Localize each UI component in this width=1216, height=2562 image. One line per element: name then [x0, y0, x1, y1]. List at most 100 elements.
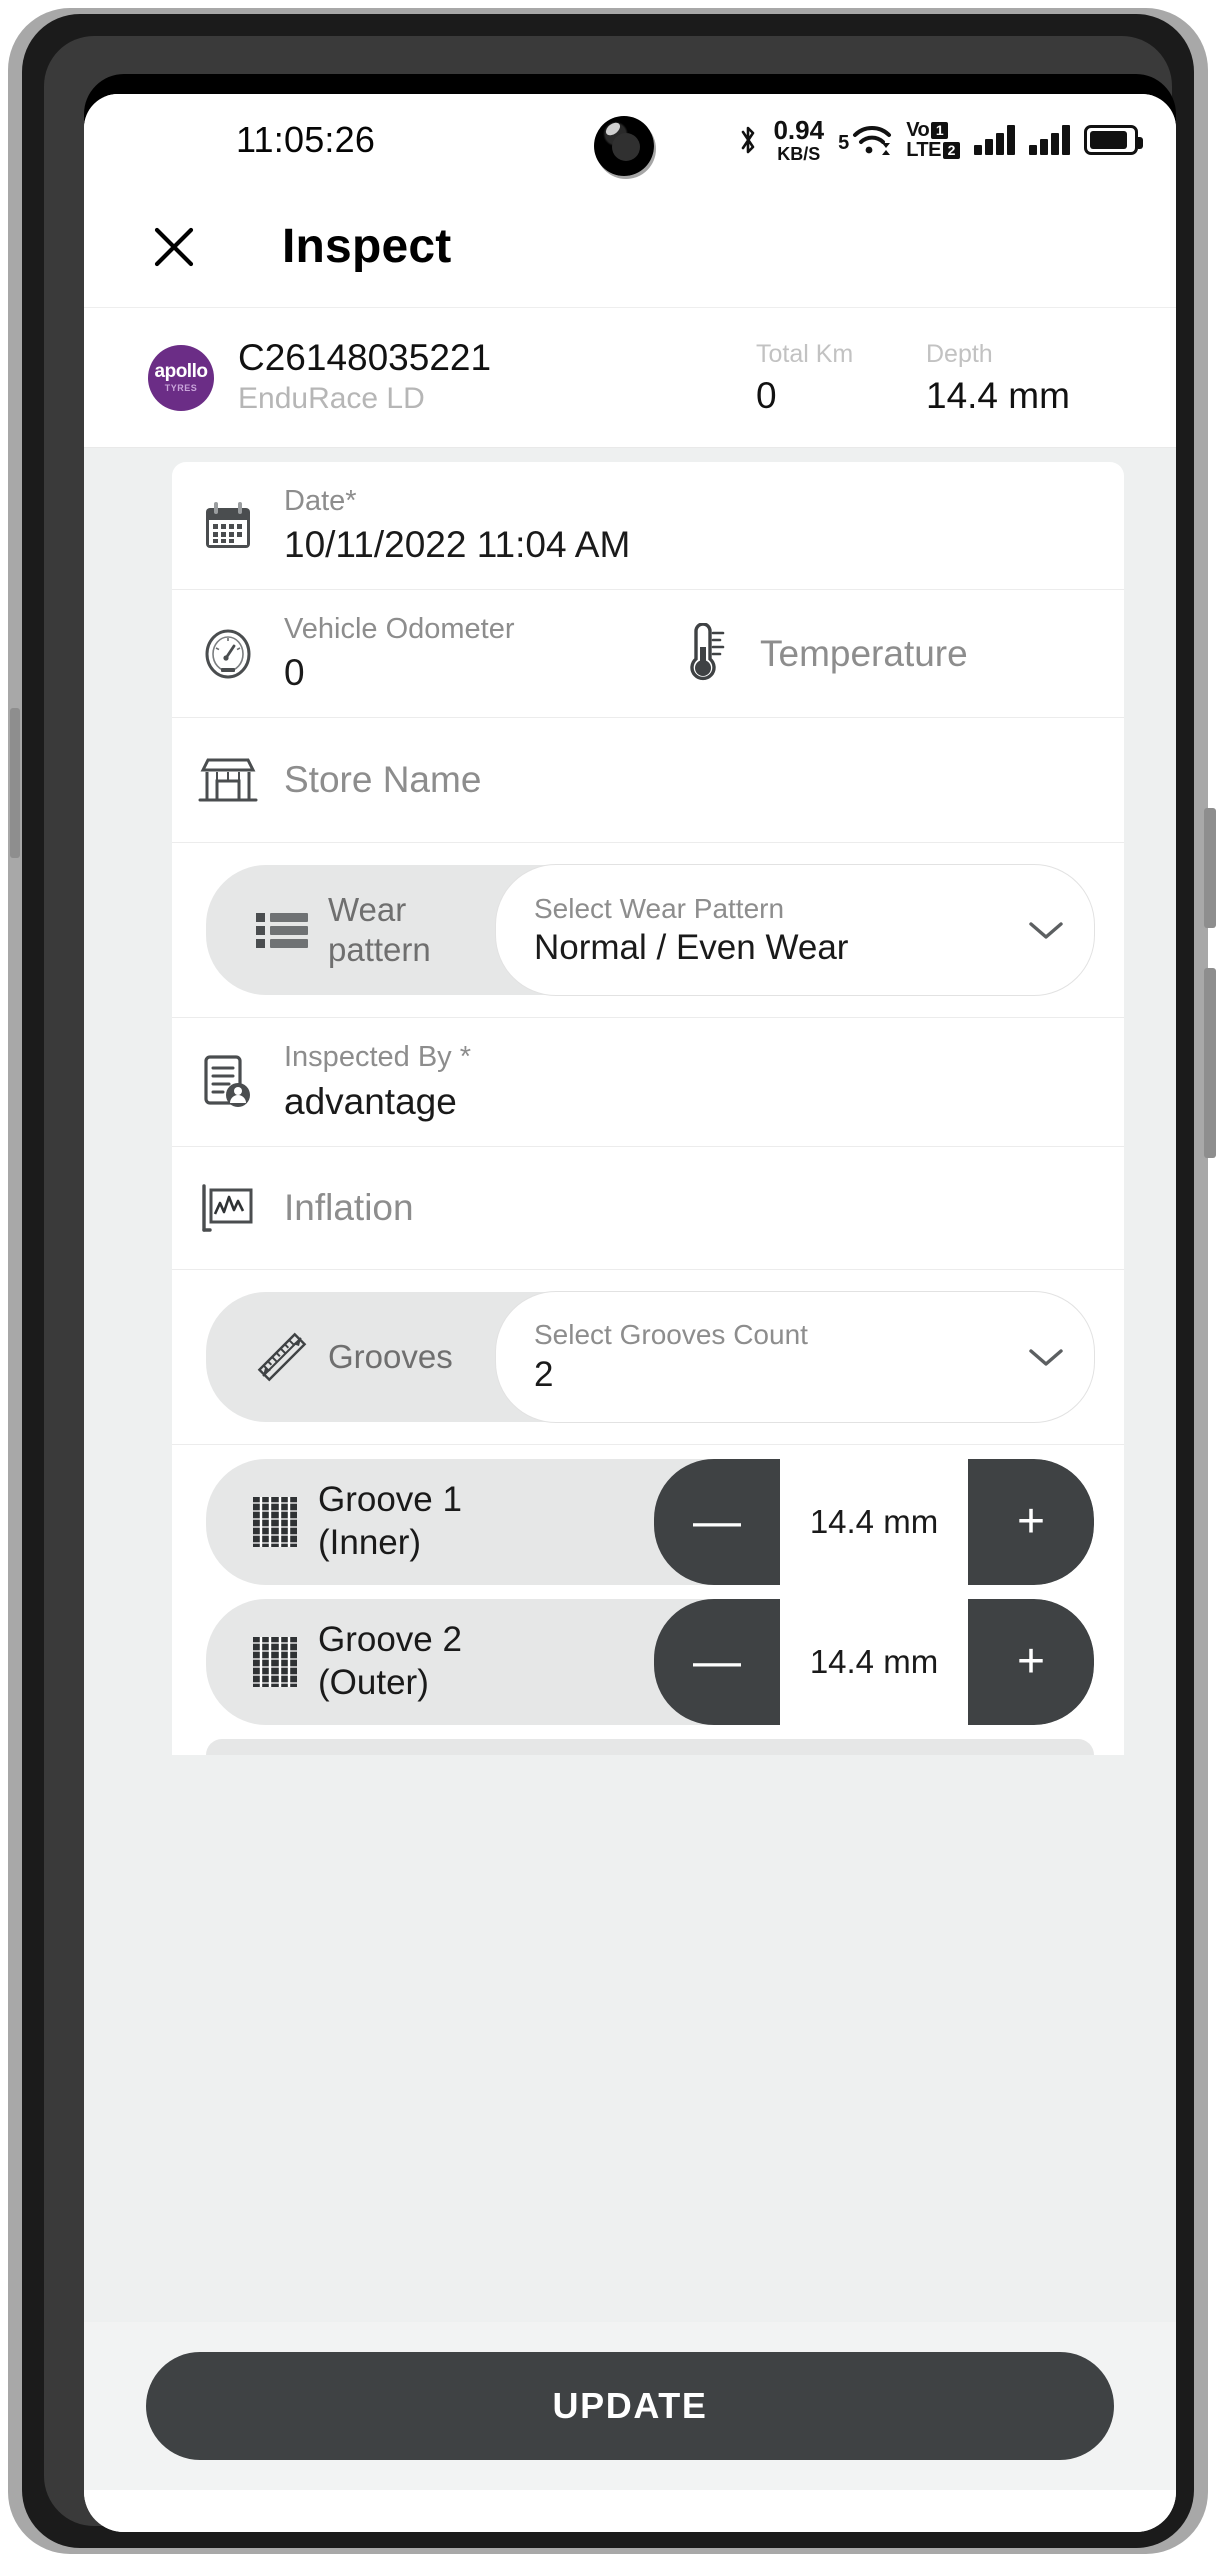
total-km-label: Total Km — [756, 339, 854, 368]
signal-bars-icon-sim2 — [1029, 125, 1070, 155]
ruler-icon — [236, 1326, 328, 1388]
wear-pattern-value: Normal / Even Wear — [534, 928, 849, 968]
battery-icon — [1084, 125, 1143, 155]
depth-metric: Depth 14.4 mm — [926, 336, 1136, 420]
inflation-field[interactable]: Inflation — [284, 1184, 1124, 1232]
chevron-down-glyph — [1029, 1349, 1063, 1366]
odometer-group[interactable]: Vehicle Odometer 0 — [172, 610, 648, 697]
list-icon — [236, 907, 328, 953]
grooves-count-hint: Select Grooves Count — [534, 1319, 808, 1351]
groove-label: Groove 2 (Outer) — [318, 1620, 462, 1702]
inspected-by-field[interactable]: Inspected By * advantage — [284, 1038, 1124, 1125]
store-name-row[interactable]: Store Name — [172, 718, 1124, 844]
groove-row: Groove 1 (Inner) — 14.4 mm + — [206, 1458, 1094, 1585]
store-glyph — [198, 758, 258, 802]
calendar-icon — [172, 498, 284, 554]
update-button[interactable]: UPDATE — [146, 2352, 1114, 2460]
grooves-count-row: Grooves Select Grooves Count 2 — [172, 1270, 1124, 1445]
tire-tread-icon — [232, 1491, 318, 1553]
inspection-form-scroll[interactable]: Date* 10/11/2022 11:04 AM Vehicle Odomet… — [84, 448, 1176, 2322]
wifi-indicator: 5 — [838, 124, 892, 156]
inspected-by-label: Inspected By * — [284, 1041, 471, 1074]
page-title: Inspect — [282, 220, 452, 273]
plus-icon: + — [1016, 1634, 1046, 1688]
grooves-label: Grooves — [328, 1337, 453, 1375]
temperature-field[interactable]: Temperature — [760, 630, 1124, 678]
bottom-action-bar: UPDATE — [84, 2322, 1176, 2490]
depth-value: 14.4 mm — [926, 375, 1070, 417]
tire-tread-icon — [232, 1631, 318, 1693]
calendar-glyph — [206, 501, 250, 548]
groove-depth-value[interactable]: 14.4 mm — [780, 1458, 968, 1585]
volte-text-top: Vo — [906, 119, 930, 141]
odometer-value: 0 — [284, 652, 305, 694]
grooves-pill[interactable]: Grooves Select Grooves Count 2 — [206, 1291, 1094, 1422]
date-value: 10/11/2022 11:04 AM — [284, 524, 631, 566]
tire-tread-glyph — [253, 1496, 297, 1547]
chevron-down-icon[interactable] — [1024, 1345, 1068, 1369]
ruler-glyph — [257, 1332, 307, 1382]
minus-icon: — — [693, 1634, 741, 1688]
temperature-placeholder: Temperature — [760, 632, 968, 674]
groove-depth-value[interactable]: 14.4 mm — [780, 1598, 968, 1725]
network-speed-value: 0.94 — [773, 115, 825, 145]
status-clock: 11:05:26 — [236, 119, 376, 160]
groove-increment-button[interactable]: + — [968, 1598, 1094, 1725]
wifi-icon — [853, 125, 892, 155]
brand-subtitle: TYRES — [164, 383, 198, 393]
volte-text-bottom: LTE — [906, 139, 941, 161]
date-field-row[interactable]: Date* 10/11/2022 11:04 AM — [172, 462, 1124, 591]
phone-volume-button[interactable] — [1204, 808, 1216, 928]
grooves-count-value: 2 — [534, 1354, 554, 1394]
store-name-field[interactable]: Store Name — [284, 756, 1124, 804]
tire-summary-bar: apollo TYRES C26148035221 EnduRace LD To… — [84, 308, 1176, 448]
wear-pattern-pill[interactable]: Wear pattern Select Wear Pattern Normal … — [206, 865, 1094, 996]
store-name-placeholder: Store Name — [284, 759, 482, 801]
inspection-form-card: Date* 10/11/2022 11:04 AM Vehicle Odomet… — [172, 462, 1124, 1755]
document-user-icon — [172, 1052, 284, 1112]
volte-sim1-badge: 1 — [931, 121, 949, 139]
phone-side-button-left[interactable] — [10, 708, 20, 858]
chevron-down-glyph — [1029, 922, 1063, 940]
speedometer-glyph — [205, 629, 251, 679]
date-field[interactable]: Date* 10/11/2022 11:04 AM — [284, 482, 1124, 569]
app-bar: Inspect — [84, 186, 1176, 308]
phone-screen: 11:05:26 0.94 KB/S 5 Vo 1 LTE 2 Inspect … — [84, 74, 1176, 2532]
phone-bezel-outer: 11:05:26 0.94 KB/S 5 Vo 1 LTE 2 Inspect … — [22, 14, 1194, 2548]
tire-tread-glyph — [253, 1636, 297, 1687]
groove-increment-button[interactable]: + — [968, 1458, 1094, 1585]
groove-decrement-button[interactable]: — — [654, 1598, 780, 1725]
tire-model-name: EnduRace LD — [238, 382, 425, 416]
status-icons: 0.94 KB/S 5 Vo 1 LTE 2 — [737, 94, 1143, 186]
chevron-down-icon[interactable] — [1024, 918, 1068, 942]
depth-label: Depth — [926, 339, 993, 368]
wifi-sim-number: 5 — [838, 132, 850, 154]
tire-identity: C26148035221 EnduRace LD — [238, 337, 756, 419]
groove-depth-stepper: — 14.4 mm + — [654, 1598, 1094, 1725]
groove-row: Groove 2 (Outer) — 14.4 mm + — [206, 1598, 1094, 1725]
odometer-label: Vehicle Odometer — [284, 613, 515, 646]
chart-glyph — [202, 1184, 253, 1232]
network-speed-unit: KB/S — [777, 144, 821, 164]
temperature-group[interactable]: Temperature — [648, 622, 1124, 685]
inspected-by-row[interactable]: Inspected By * advantage — [172, 1018, 1124, 1147]
status-bar: 11:05:26 0.94 KB/S 5 Vo 1 LTE 2 — [84, 94, 1176, 186]
date-label: Date* — [284, 485, 357, 517]
speedometer-icon — [172, 626, 284, 682]
phone-frame: 11:05:26 0.94 KB/S 5 Vo 1 LTE 2 Inspect … — [8, 8, 1216, 2554]
groove-depth-stepper: — 14.4 mm + — [654, 1458, 1094, 1585]
grooves-count-select[interactable]: Select Grooves Count 2 — [496, 1291, 1094, 1422]
plus-icon: + — [1016, 1494, 1046, 1548]
phone-bezel-inner: 11:05:26 0.94 KB/S 5 Vo 1 LTE 2 Inspect … — [44, 36, 1176, 2532]
wear-pattern-select[interactable]: Select Wear Pattern Normal / Even Wear — [496, 865, 1094, 996]
inflation-row[interactable]: Inflation — [172, 1147, 1124, 1270]
groove-label: Groove 1 (Inner) — [318, 1480, 462, 1562]
apollo-tyres-logo: apollo TYRES — [148, 344, 214, 411]
phone-power-button[interactable] — [1204, 968, 1216, 1158]
list-glyph — [256, 913, 308, 949]
close-icon[interactable] — [146, 219, 202, 275]
groove-decrement-button[interactable]: — — [654, 1458, 780, 1585]
odometer-field[interactable]: Vehicle Odometer 0 — [284, 610, 648, 697]
wear-pattern-row: Wear pattern Select Wear Pattern Normal … — [172, 843, 1124, 1019]
wear-pattern-hint: Select Wear Pattern — [534, 892, 785, 924]
